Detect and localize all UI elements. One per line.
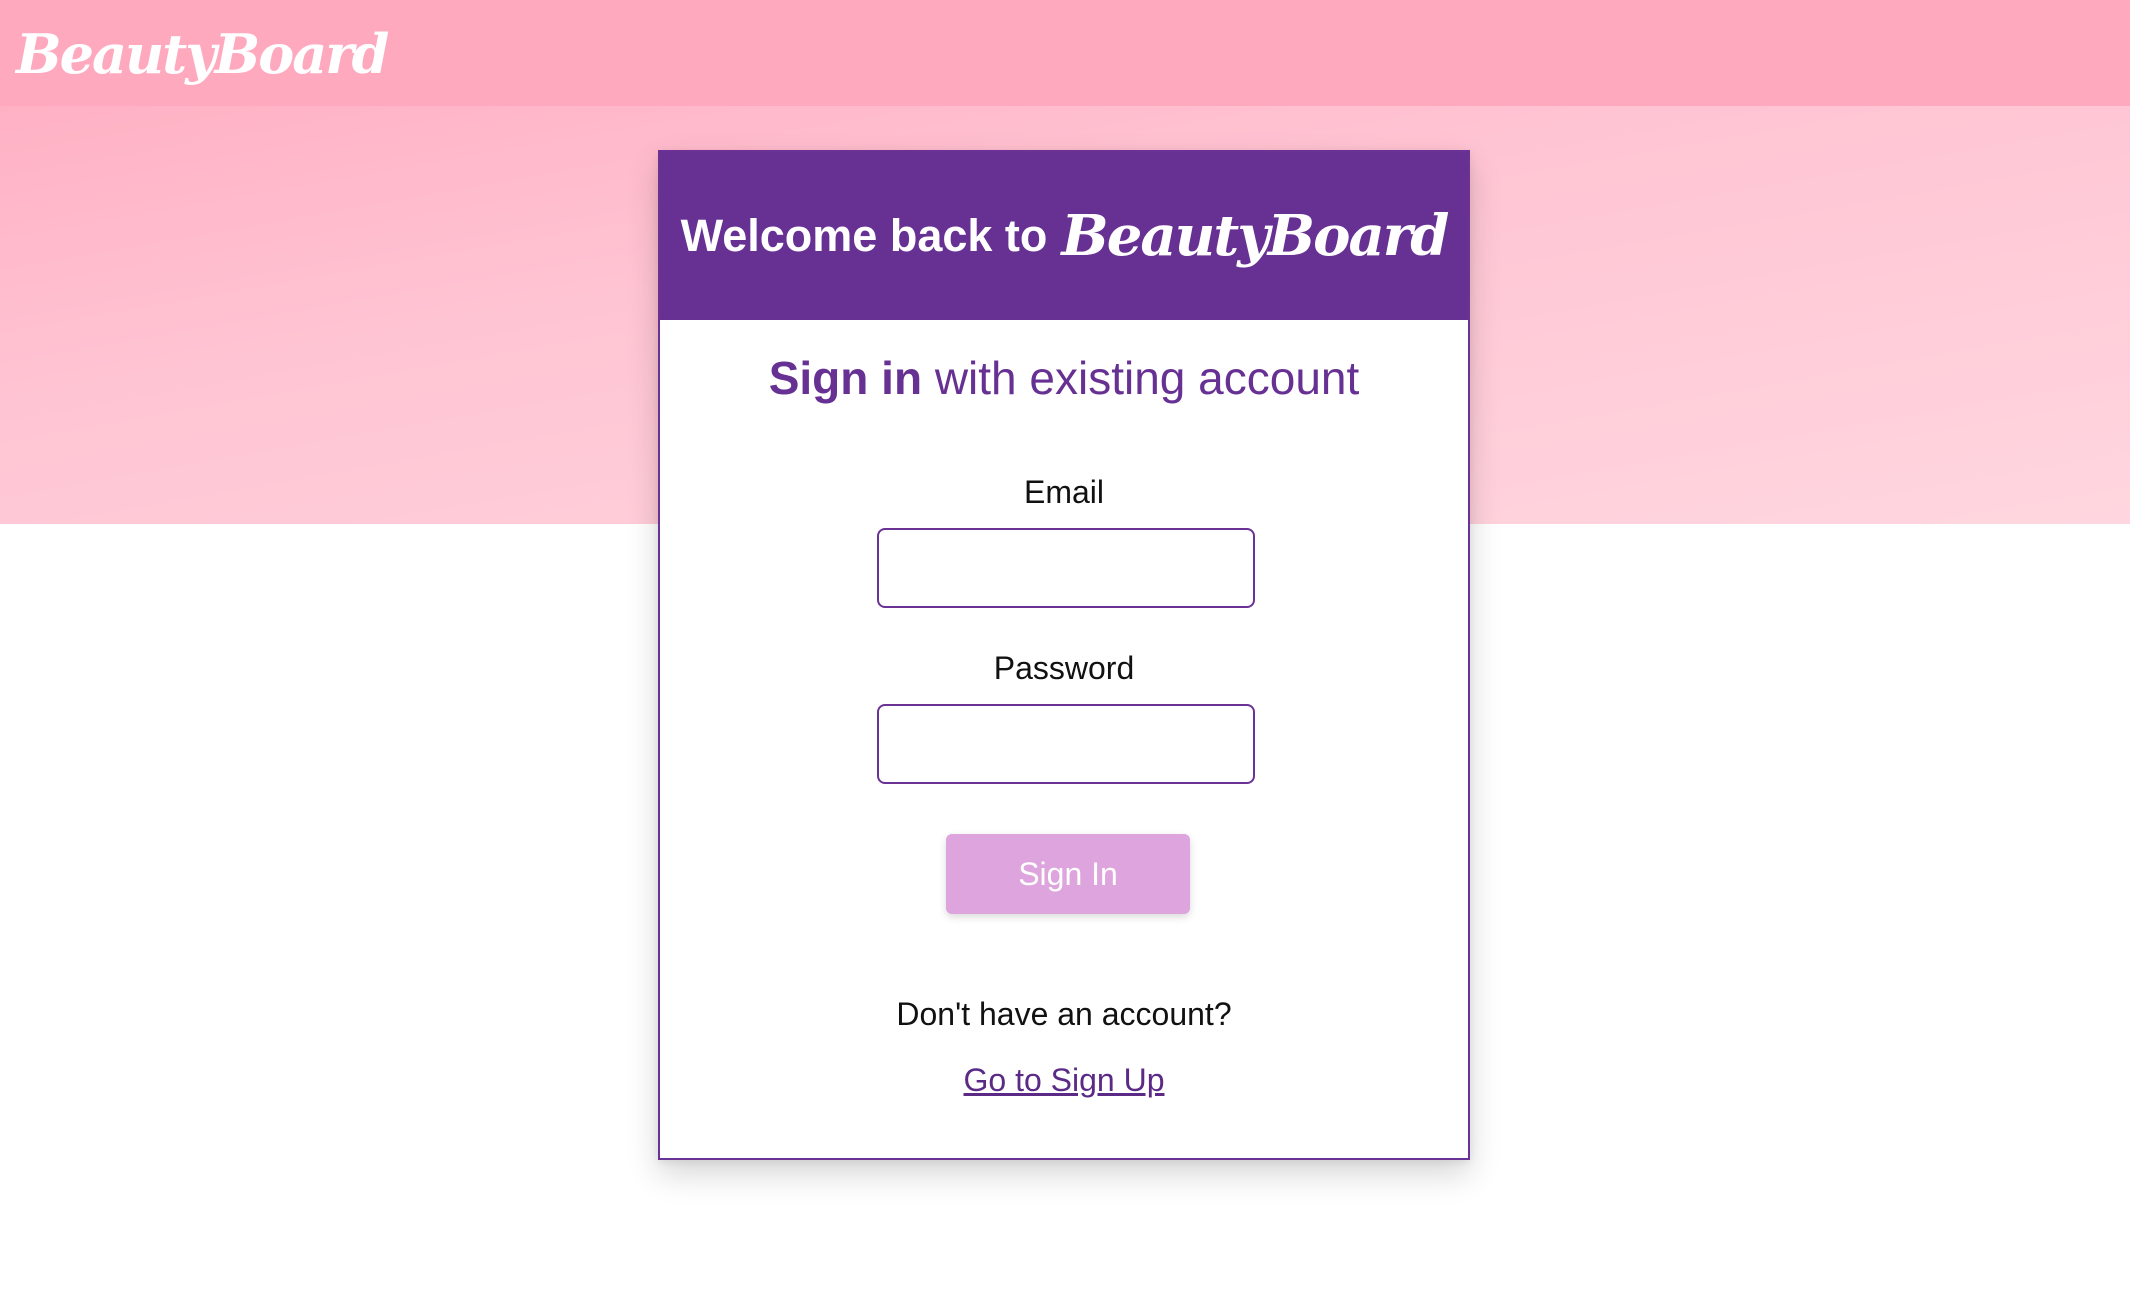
card-header: Welcome back to BeautyBoard: [660, 152, 1468, 320]
welcome-text: Welcome back to: [680, 210, 1048, 261]
signup-link-container: Go to Sign Up: [660, 1062, 1468, 1099]
email-input[interactable]: [877, 528, 1255, 608]
no-account-text: Don't have an account?: [896, 996, 1232, 1032]
subheading-rest: with existing account: [922, 352, 1360, 404]
password-input[interactable]: [877, 704, 1255, 784]
signin-subheading: Sign in with existing account: [660, 348, 1468, 408]
email-label: Email: [1023, 474, 1104, 510]
brand-logo[interactable]: BeautyBoard: [16, 14, 389, 94]
top-navbar: BeautyBoard: [0, 0, 2130, 106]
signin-card: Welcome back to BeautyBoard Sign in with…: [658, 150, 1470, 1160]
sign-in-button[interactable]: Sign In: [946, 834, 1190, 914]
welcome-brand-logo: BeautyBoard: [1061, 203, 1449, 269]
password-label: Password: [993, 650, 1135, 686]
subheading-bold: Sign in: [768, 352, 923, 404]
go-to-sign-up-link[interactable]: Go to Sign Up: [964, 1062, 1165, 1098]
